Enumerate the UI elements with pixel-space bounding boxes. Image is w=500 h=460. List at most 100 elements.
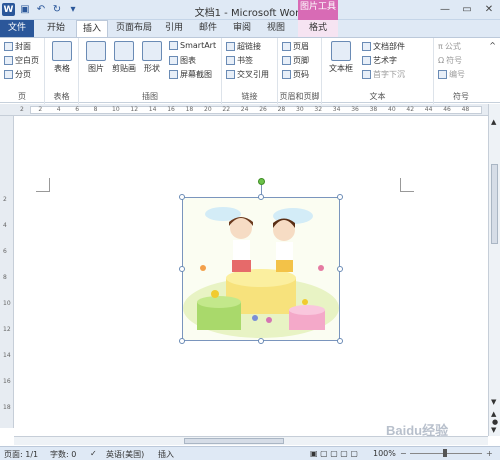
resize-handle-t[interactable] xyxy=(258,194,264,200)
chart-button[interactable]: 图表 xyxy=(169,55,196,66)
tab-view[interactable]: 视图 xyxy=(262,20,290,37)
vertical-scroll-thumb[interactable] xyxy=(491,164,498,244)
cartoon-kids-image xyxy=(183,198,339,340)
drop-cap-button[interactable]: 首字下沉 xyxy=(362,69,405,80)
tab-mailings[interactable]: 邮件 xyxy=(194,20,222,37)
resize-handle-br[interactable] xyxy=(337,338,343,344)
wordart-button[interactable]: 艺术字 xyxy=(362,55,397,66)
inserted-picture[interactable] xyxy=(179,194,343,344)
language-indicator[interactable]: 英语(美国) xyxy=(106,449,144,460)
smartart-button[interactable]: SmartArt xyxy=(169,41,216,50)
group-header-footer: 页眉 页脚 页码 页眉和页脚 xyxy=(278,38,322,104)
wordart-icon xyxy=(362,56,371,65)
resize-handle-bl[interactable] xyxy=(179,338,185,344)
blank-page-button[interactable]: 空白页 xyxy=(4,55,39,66)
picture-tools-context-tab: 图片工具 xyxy=(298,0,338,20)
ruler-tick: 12 xyxy=(130,106,139,113)
ruler-tick: 40 xyxy=(388,106,396,113)
vertical-ruler[interactable]: 2 4 6 8 10 12 14 16 18 xyxy=(0,116,14,428)
scroll-up-icon[interactable]: ▲ xyxy=(491,118,496,126)
ruler-tick: 4 xyxy=(56,106,61,113)
zoom-slider-thumb[interactable] xyxy=(443,449,447,457)
ruler-tick: 28 xyxy=(277,106,286,113)
scroll-down-icon[interactable]: ▼ xyxy=(491,398,496,406)
browse-object-icon[interactable]: ● xyxy=(492,418,498,426)
window-controls: — ▭ ✕ xyxy=(434,0,500,18)
quick-parts-button[interactable]: 文档部件 xyxy=(362,41,405,52)
number-button[interactable]: 编号 xyxy=(438,69,465,80)
prev-page-icon[interactable]: ▲ xyxy=(491,410,496,418)
vertical-ruler-tick: 2 xyxy=(3,196,7,203)
zoom-in-icon[interactable]: + xyxy=(486,449,493,458)
proofing-icon[interactable]: ✓ xyxy=(90,449,97,458)
page-number-icon xyxy=(282,70,291,79)
page-count[interactable]: 页面: 1/1 xyxy=(4,449,38,460)
vertical-ruler-tick: 6 xyxy=(3,248,7,255)
picture-button[interactable]: 图片 xyxy=(83,41,109,74)
ruler-tick: 10 xyxy=(112,106,120,113)
view-buttons-icon[interactable]: ▣ ▢ ▢ ▢ ▢ xyxy=(310,449,358,458)
page-number-button[interactable]: 页码 xyxy=(282,69,309,80)
ruler-tick: 26 xyxy=(259,106,267,113)
tab-review[interactable]: 审阅 xyxy=(228,20,256,37)
insert-mode[interactable]: 插入 xyxy=(158,449,174,460)
blank-page-icon xyxy=(4,56,13,65)
vertical-scrollbar[interactable]: ▲ ▼ ▲ ● ▼ xyxy=(488,104,500,436)
vertical-ruler-tick: 12 xyxy=(3,326,11,333)
resize-handle-tl[interactable] xyxy=(179,194,185,200)
cross-reference-button[interactable]: 交叉引用 xyxy=(226,69,269,80)
number-icon xyxy=(438,70,447,79)
page-break-button[interactable]: 分页 xyxy=(4,69,31,80)
group-text: 文本框 文档部件 艺术字 首字下沉 文本 xyxy=(322,38,434,104)
clipart-button[interactable]: 剪贴画 xyxy=(111,41,137,74)
collapse-ribbon-icon[interactable]: ^ xyxy=(489,41,496,50)
symbol-button[interactable]: Ω 符号 xyxy=(438,55,462,66)
margin-corner-tl xyxy=(36,178,50,192)
resize-handle-tr[interactable] xyxy=(337,194,343,200)
tab-file[interactable]: 文件 xyxy=(0,20,34,37)
group-label-pages: 页 xyxy=(18,92,26,101)
equation-button[interactable]: π 公式 xyxy=(438,41,461,52)
close-icon[interactable]: ✕ xyxy=(478,0,500,18)
ruler-tick: 42 xyxy=(406,106,415,113)
vertical-ruler-tick: 10 xyxy=(3,300,11,307)
footer-button[interactable]: 页脚 xyxy=(282,55,309,66)
resize-handle-l[interactable] xyxy=(179,266,185,272)
tab-references[interactable]: 引用 xyxy=(160,20,188,37)
cover-page-button[interactable]: 封面 xyxy=(4,41,31,52)
tab-page-layout[interactable]: 页面布局 xyxy=(112,20,156,37)
title-bar: W ▣ ↶ ↻ ▾ 文档1 - Microsoft Word 图片工具 — ▭ … xyxy=(0,0,500,20)
ribbon-tabs: 文件 开始 插入 页面布局 引用 邮件 审阅 视图 格式 xyxy=(0,20,500,37)
smartart-icon xyxy=(169,41,178,50)
horizontal-scroll-thumb[interactable] xyxy=(184,438,284,444)
horizontal-ruler[interactable]: 2 2 4 6 8 10 12 14 16 18 20 22 24 26 28 30 32 34 36 38 40 42 4… xyxy=(0,104,500,116)
vertical-ruler-tick: 16 xyxy=(3,378,11,385)
screenshot-button[interactable]: 屏幕截图 xyxy=(169,69,212,80)
group-label-links: 链接 xyxy=(241,92,258,101)
resize-handle-b[interactable] xyxy=(258,338,264,344)
ruler-tick: 6 xyxy=(75,106,80,113)
group-pages: 封面 空白页 分页 页 xyxy=(0,38,45,104)
tab-home[interactable]: 开始 xyxy=(40,20,72,37)
rotate-handle[interactable] xyxy=(258,178,265,185)
header-button[interactable]: 页眉 xyxy=(282,41,309,52)
word-count[interactable]: 字数: 0 xyxy=(50,449,76,460)
ruler-tick: 22 xyxy=(222,106,231,113)
omega-icon: Ω xyxy=(438,56,445,65)
window-title: 文档1 - Microsoft Word xyxy=(194,8,306,19)
resize-handle-r[interactable] xyxy=(337,266,343,272)
shapes-button[interactable]: 形状 xyxy=(139,41,165,74)
zoom-out-icon[interactable]: − xyxy=(400,449,407,458)
hyperlink-button[interactable]: 超链接 xyxy=(226,41,261,52)
ruler-tick: 16 xyxy=(167,106,175,113)
minimize-icon[interactable]: — xyxy=(434,0,456,18)
tab-format[interactable]: 格式 xyxy=(298,20,338,37)
maximize-icon[interactable]: ▭ xyxy=(456,0,478,18)
bookmark-button[interactable]: 书签 xyxy=(226,55,253,66)
tab-insert[interactable]: 插入 xyxy=(76,20,108,37)
next-page-icon[interactable]: ▼ xyxy=(491,426,496,434)
ruler-tick: 24 xyxy=(240,106,249,113)
table-button[interactable]: 表格 xyxy=(49,41,75,74)
zoom-level[interactable]: 100% xyxy=(373,449,396,458)
textbox-button[interactable]: 文本框 xyxy=(326,41,356,74)
